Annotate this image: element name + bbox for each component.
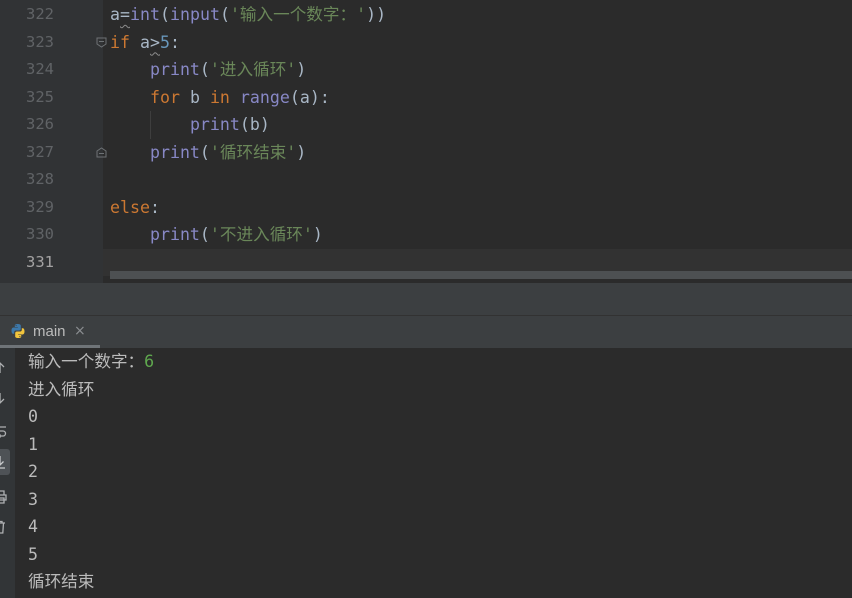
code-line[interactable]: print('不进入循环')	[103, 221, 852, 249]
line-numbers: 322 323 324 325 326 327 328 329 330 331	[0, 1, 54, 276]
code-token: print	[149, 142, 200, 162]
code-token: (	[199, 225, 210, 244]
code-token: (	[199, 60, 210, 79]
code-line[interactable]: else:	[103, 194, 852, 222]
line-number: 325	[26, 87, 54, 106]
code-token: :	[149, 197, 160, 217]
code-token: a	[110, 5, 120, 24]
code-token: b	[179, 87, 210, 107]
console-output-lines: 进入循环 0 1 2 3 4 5 循环结束	[28, 376, 852, 596]
code-token: )	[296, 142, 307, 162]
code-token: range	[239, 87, 290, 107]
code-token: (	[219, 5, 230, 24]
code-token: print	[149, 225, 200, 244]
line-number: 323	[26, 32, 54, 51]
code-token: in	[209, 87, 230, 107]
code-area[interactable]: a=int(input('输入一个数字：')) if a>5: print('进入…	[103, 1, 852, 276]
code-token: (	[199, 142, 210, 162]
editor-gutter[interactable]: 322 323 324 325 326 327 328 329 330 331	[0, 0, 107, 283]
clear-all-icon[interactable]	[0, 519, 8, 535]
code-token-warning: >	[149, 32, 160, 52]
line-number: 330	[26, 225, 54, 243]
code-token: 5	[159, 32, 170, 52]
console-line: 3	[28, 489, 38, 509]
console-line: 5	[28, 544, 38, 564]
tab-main[interactable]: main ×	[0, 316, 100, 348]
tool-window-title-area	[0, 283, 852, 315]
code-editor[interactable]: 322 323 324 325 326 327 328 329 330 331 a=int(inp…	[0, 0, 852, 283]
console-user-input: 6	[144, 352, 155, 371]
soft-wrap-icon[interactable]	[0, 424, 8, 440]
up-stack-icon[interactable]	[0, 360, 8, 376]
console-line: 循环结束	[28, 572, 95, 591]
line-number: 322	[26, 5, 54, 23]
code-token: )	[296, 60, 307, 79]
code-token: (	[159, 5, 170, 24]
ide-window: 322 323 324 325 326 327 328 329 330 331 a=int(inp…	[0, 0, 852, 598]
code-token: '循环结束'	[209, 142, 297, 162]
code-line[interactable]	[103, 166, 852, 194]
code-token: (b)	[239, 115, 270, 134]
line-number: 329	[26, 197, 54, 216]
console-line: 1	[28, 434, 38, 454]
console-prompt-text: 输入一个数字：	[28, 352, 145, 371]
run-tool-window-header: main ×	[0, 315, 852, 348]
code-token-warning: =	[120, 5, 130, 24]
console-input-line: 输入一个数字：6	[28, 348, 852, 376]
code-token: '不进入循环'	[209, 225, 313, 244]
code-line[interactable]: a=int(input('输入一个数字：'))	[103, 1, 852, 29]
console-line: 进入循环	[28, 379, 95, 399]
console-line: 4	[28, 517, 38, 536]
code-token: '输入一个数字：'	[229, 5, 367, 24]
code-line[interactable]: print('进入循环')	[103, 56, 852, 84]
code-token: :	[169, 32, 180, 52]
console-toolbar	[0, 348, 15, 598]
code-token: else	[110, 197, 150, 217]
console-line: 0	[28, 407, 38, 426]
line-number: 327	[26, 142, 54, 161]
scroll-to-end-icon[interactable]	[0, 449, 10, 475]
code-line[interactable]: print(b)	[103, 111, 852, 139]
code-line[interactable]: for b in range(a):	[103, 84, 852, 112]
code-line[interactable]: print('循环结束')	[103, 139, 852, 167]
code-token: )	[312, 225, 323, 244]
line-number: 328	[26, 170, 54, 188]
run-console: 输入一个数字：6 进入循环 0 1 2 3 4 5 循环结束	[0, 348, 852, 598]
code-line[interactable]: if a>5:	[103, 29, 852, 57]
code-token: a	[129, 32, 150, 52]
indent-guide	[150, 111, 151, 139]
python-icon	[10, 323, 26, 339]
console-output[interactable]: 输入一个数字：6 进入循环 0 1 2 3 4 5 循环结束	[28, 348, 852, 596]
code-token: print	[149, 60, 200, 79]
print-icon[interactable]	[0, 489, 8, 505]
current-line-number: 331	[26, 252, 54, 271]
code-token: input	[169, 5, 220, 24]
line-number: 326	[26, 115, 54, 133]
close-icon[interactable]: ×	[74, 316, 86, 347]
horizontal-scrollbar[interactable]	[110, 271, 852, 279]
code-token: '进入循环'	[209, 60, 297, 79]
code-token: ))	[366, 5, 387, 24]
console-line: 2	[28, 462, 38, 481]
down-stack-icon[interactable]	[0, 390, 8, 406]
code-token: int	[130, 5, 160, 24]
tab-label: main	[33, 323, 66, 340]
code-token: if	[110, 32, 130, 52]
code-token: print	[189, 115, 240, 134]
code-token: for	[149, 87, 180, 107]
line-number: 324	[26, 60, 54, 78]
code-token: (a):	[289, 87, 330, 107]
